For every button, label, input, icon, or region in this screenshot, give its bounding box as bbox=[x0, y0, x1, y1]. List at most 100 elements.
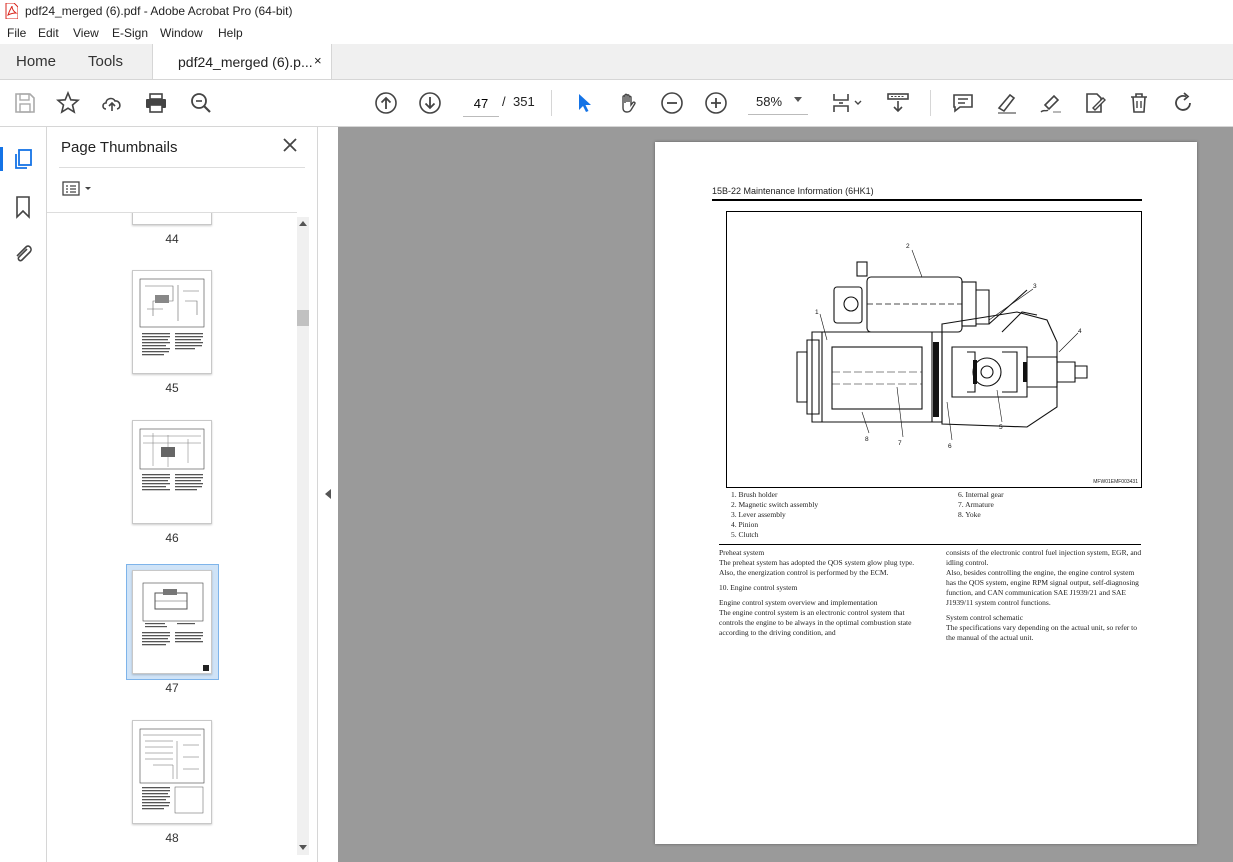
zoom-in-icon[interactable] bbox=[704, 91, 728, 115]
figure-code: MFW01EMF003431 bbox=[1093, 479, 1138, 485]
scroll-up-icon[interactable] bbox=[299, 221, 307, 226]
hand-tool-icon[interactable] bbox=[616, 91, 640, 115]
legend-item: 3. Lever assembly bbox=[731, 510, 786, 519]
paragraph: System control schematic bbox=[946, 613, 1024, 622]
bookmarks-icon[interactable] bbox=[11, 195, 35, 219]
tab-bar: Home Tools pdf24_merged (6).p... × bbox=[0, 44, 1233, 80]
panel-title: Page Thumbnails bbox=[61, 139, 178, 156]
scroll-mode-icon[interactable] bbox=[886, 91, 910, 115]
paragraph: Preheat system bbox=[719, 548, 765, 557]
edit-text-icon[interactable] bbox=[1083, 91, 1107, 115]
text-column-right: consists of the electronic control fuel … bbox=[946, 548, 1142, 643]
zoom-value: 58% bbox=[756, 94, 783, 109]
thumbnail-page-current[interactable] bbox=[132, 570, 212, 674]
page-thumbnails-icon[interactable] bbox=[11, 147, 35, 171]
toolbar: / 351 58% bbox=[0, 80, 1233, 127]
draw-sign-icon[interactable] bbox=[1039, 91, 1063, 115]
active-indicator bbox=[0, 147, 3, 171]
thumbnail-page[interactable] bbox=[132, 270, 212, 374]
zoom-search-icon[interactable] bbox=[189, 91, 213, 115]
paragraph: Engine control system overview and imple… bbox=[719, 598, 878, 607]
thumbnail-page-number: 48 bbox=[165, 831, 179, 845]
trash-icon[interactable] bbox=[1127, 91, 1151, 115]
paragraph: The specifications vary depending on the… bbox=[946, 623, 1137, 642]
zoom-out-icon[interactable] bbox=[660, 91, 684, 115]
page-number-input[interactable] bbox=[463, 90, 499, 117]
scroll-down-icon[interactable] bbox=[299, 845, 307, 850]
legend-left: 1. Brush holder 2. Magnetic switch assem… bbox=[731, 490, 818, 540]
toolbar-divider bbox=[930, 90, 931, 116]
thumbnail-page-number: 47 bbox=[165, 681, 179, 695]
legend-item: 5. Clutch bbox=[731, 530, 759, 539]
thumbnail-page[interactable] bbox=[132, 213, 212, 225]
page-header: 15B-22 Maintenance Information (6HK1) bbox=[712, 186, 874, 196]
highlight-pen-icon[interactable] bbox=[995, 91, 1019, 115]
thumbnail-list: 44 45 46 47 48 bbox=[47, 212, 297, 858]
attachments-icon[interactable] bbox=[11, 241, 35, 265]
tab-tools[interactable]: Tools bbox=[88, 53, 123, 70]
window-title: pdf24_merged (6).pdf - Adobe Acrobat Pro… bbox=[25, 4, 293, 18]
legend-item: 2. Magnetic switch assembly bbox=[731, 500, 819, 509]
acrobat-pdf-icon bbox=[5, 3, 18, 19]
callout-2: 2 bbox=[906, 243, 910, 250]
callout-1: 1 bbox=[815, 309, 819, 316]
paragraph: The engine control system is an electron… bbox=[719, 608, 912, 637]
menu-esign[interactable]: E-Sign bbox=[112, 26, 148, 40]
thumbnail-page-number: 45 bbox=[165, 381, 179, 395]
panel-divider bbox=[59, 167, 305, 168]
paragraph: The preheat system has adopted the QOS s… bbox=[719, 558, 915, 577]
rotate-icon[interactable] bbox=[1171, 91, 1195, 115]
previous-page-icon[interactable] bbox=[374, 91, 398, 115]
menu-help[interactable]: Help bbox=[218, 26, 243, 40]
tab-home[interactable]: Home bbox=[16, 53, 56, 70]
thumbnail-page[interactable] bbox=[132, 720, 212, 824]
menu-view[interactable]: View bbox=[73, 26, 99, 40]
text-column-left: Preheat system The preheat system has ad… bbox=[719, 548, 924, 638]
page-display-icon[interactable] bbox=[831, 91, 865, 115]
legend-right: 6. Internal gear 7. Armature 8. Yoke bbox=[958, 490, 1004, 520]
legend-item: 6. Internal gear bbox=[958, 490, 1004, 499]
menu-file[interactable]: File bbox=[7, 26, 26, 40]
thumbnail-options-button[interactable] bbox=[61, 180, 97, 198]
section-heading: 10. Engine control system bbox=[719, 583, 798, 592]
callout-8: 8 bbox=[865, 436, 869, 443]
callout-3: 3 bbox=[1033, 283, 1037, 290]
close-panel-icon[interactable] bbox=[282, 137, 298, 153]
print-icon[interactable] bbox=[144, 91, 168, 115]
pdf-page: 15B-22 Maintenance Information (6HK1) 1 … bbox=[655, 142, 1197, 844]
thumbnail-page-number: 44 bbox=[165, 232, 179, 246]
menu-edit[interactable]: Edit bbox=[38, 26, 59, 40]
thumbnails-panel: Page Thumbnails 44 45 46 47 48 bbox=[47, 127, 317, 862]
save-icon[interactable] bbox=[13, 91, 37, 115]
zoom-dropdown[interactable]: 58% bbox=[748, 90, 808, 115]
header-rule bbox=[712, 199, 1142, 201]
legend-item: 1. Brush holder bbox=[731, 490, 778, 499]
tab-document[interactable]: pdf24_merged (6).p... × bbox=[152, 44, 332, 79]
paragraph: consists of the electronic control fuel … bbox=[946, 548, 1142, 567]
navigation-rail bbox=[0, 127, 47, 862]
collapse-panel-icon[interactable] bbox=[325, 489, 331, 499]
panel-splitter[interactable] bbox=[317, 127, 338, 862]
legend-item: 7. Armature bbox=[958, 500, 994, 509]
close-tab-icon[interactable]: × bbox=[314, 53, 322, 68]
scrollbar-thumb[interactable] bbox=[297, 310, 309, 326]
thumbnail-page-number: 46 bbox=[165, 531, 179, 545]
thumbnail-scrollbar[interactable] bbox=[297, 217, 309, 855]
comment-icon[interactable] bbox=[951, 91, 975, 115]
section-rule bbox=[719, 544, 1141, 545]
page-separator: / bbox=[502, 94, 506, 109]
title-bar: pdf24_merged (6).pdf - Adobe Acrobat Pro… bbox=[0, 0, 1233, 23]
menu-window[interactable]: Window bbox=[160, 26, 203, 40]
document-view[interactable]: 15B-22 Maintenance Information (6HK1) 1 … bbox=[338, 127, 1233, 862]
toolbar-divider bbox=[551, 90, 552, 116]
starter-motor-figure: 1 2 3 4 5 6 7 8 MFW01EMF003431 bbox=[726, 211, 1142, 488]
bookmark-star-icon[interactable] bbox=[55, 90, 81, 115]
select-cursor-icon[interactable] bbox=[572, 91, 596, 115]
next-page-icon[interactable] bbox=[418, 91, 442, 115]
chevron-down-icon bbox=[794, 97, 802, 102]
tab-document-label: pdf24_merged (6).p... bbox=[178, 54, 313, 70]
legend-item: 4. Pinion bbox=[731, 520, 759, 529]
cloud-upload-icon[interactable] bbox=[100, 91, 124, 115]
menu-bar: File Edit View E-Sign Window Help bbox=[0, 23, 1233, 44]
thumbnail-page[interactable] bbox=[132, 420, 212, 524]
